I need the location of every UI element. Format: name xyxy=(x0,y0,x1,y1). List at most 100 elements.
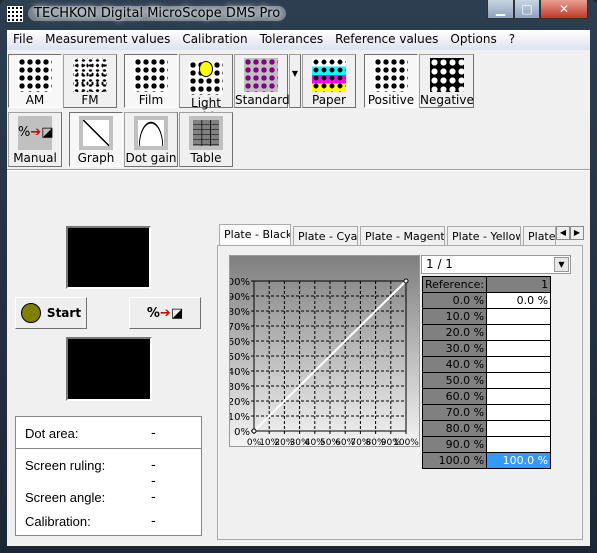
value-cell[interactable]: 100.0 % xyxy=(486,452,552,469)
menu-bar: File Measurement values Calibration Toleran… xyxy=(7,30,590,50)
toolbar-button-standard[interactable]: Standard xyxy=(234,54,290,108)
y-tick-label: 60% xyxy=(230,337,250,348)
divider xyxy=(7,169,590,170)
table-row: 100.0 % 100.0 % xyxy=(421,452,552,469)
table-row: 50.0 % xyxy=(421,372,552,389)
button-label: AM xyxy=(25,93,45,107)
value-cell[interactable] xyxy=(486,356,552,373)
maximize-button[interactable]: □ xyxy=(514,0,540,19)
toolbar-button-positive[interactable]: Positive xyxy=(364,54,418,108)
table-row: 60.0 % xyxy=(421,388,552,405)
table-row: 10.0 % xyxy=(421,308,552,325)
menu-file[interactable]: File xyxy=(7,30,39,50)
menu-tolerances[interactable]: Tolerances xyxy=(254,30,329,50)
info-value: - xyxy=(151,426,156,441)
info-label: Screen ruling: xyxy=(25,458,106,473)
y-tick-label: 80% xyxy=(230,307,250,318)
close-button[interactable]: ✕ xyxy=(540,0,588,19)
menu-options[interactable]: Options xyxy=(444,30,502,50)
negative-icon xyxy=(429,58,464,92)
reference-cell: 20.0 % xyxy=(421,324,488,341)
reference-selector[interactable]: 1 / 1 ▼ xyxy=(421,255,571,274)
info-panel: Dot area: - Screen ruling: - - Screen angle: -… xyxy=(15,416,202,536)
tab-scroll-right[interactable]: ▶ xyxy=(570,226,584,240)
info-label: Dot area: xyxy=(25,426,79,441)
value-cell[interactable] xyxy=(486,420,552,437)
tab-plate[interactable]: Plate xyxy=(523,226,556,246)
button-label: FM xyxy=(81,93,99,107)
menu-calibration[interactable]: Calibration xyxy=(176,30,253,50)
data-point xyxy=(403,278,409,284)
y-tick-label: 10% xyxy=(230,412,250,423)
button-label: Negative xyxy=(420,93,474,107)
app-icon xyxy=(7,6,23,22)
preview-image xyxy=(66,226,151,289)
toolbar-button-am[interactable]: AM xyxy=(8,54,62,108)
info-value: - xyxy=(151,458,156,473)
minimize-button[interactable]: ▁ xyxy=(487,0,514,19)
tab-scroll-left[interactable]: ◀ xyxy=(556,226,570,240)
reference-cell: 50.0 % xyxy=(421,372,488,389)
value-cell[interactable] xyxy=(486,404,552,421)
info-label: Calibration: xyxy=(25,514,91,529)
reference-cell: 80.0 % xyxy=(421,420,488,437)
toolbar-button-dot-gain[interactable]: Dot gain xyxy=(124,112,178,167)
value-cell[interactable] xyxy=(486,340,552,357)
menu-reference-values[interactable]: Reference values xyxy=(329,30,444,50)
y-tick-label: 30% xyxy=(230,382,250,393)
window-title: TECHKON Digital MicroScope DMS Pro xyxy=(28,6,287,21)
toolbar-button-film[interactable]: Film xyxy=(124,54,178,108)
button-label: Table xyxy=(190,151,222,165)
value-cell[interactable]: 0.0 % xyxy=(486,292,552,309)
table-row: 90.0 % xyxy=(421,436,552,453)
value-cell[interactable] xyxy=(486,436,552,453)
reference-cell: 60.0 % xyxy=(421,388,488,405)
menu-measurement-values[interactable]: Measurement values xyxy=(39,30,176,50)
toolbar-button-fm[interactable]: FM xyxy=(63,54,117,108)
table-icon xyxy=(189,116,223,150)
selector-value: 1 / 1 xyxy=(426,257,453,271)
app-window: TECHKON Digital MicroScope DMS Pro ▁ □ ✕… xyxy=(0,0,597,553)
table-header: Reference: 1 xyxy=(421,276,552,293)
status-light-icon xyxy=(20,303,41,323)
button-label: Graph xyxy=(77,151,115,165)
button-label: Standard xyxy=(235,93,290,107)
button-label: Positive xyxy=(367,93,415,107)
value-cell[interactable] xyxy=(486,324,552,341)
value-cell[interactable] xyxy=(486,388,552,405)
fm-screen-icon xyxy=(73,58,107,92)
table-row: 0.0 % 0.0 % xyxy=(421,292,552,309)
y-tick-label: 0% xyxy=(234,427,250,438)
toolbar-button-manual[interactable]: %➔◪ Manual xyxy=(8,112,62,167)
toolbar-button-table[interactable]: Table xyxy=(179,112,233,167)
value-cell[interactable] xyxy=(486,308,552,325)
table-row: 30.0 % xyxy=(421,340,552,357)
start-button[interactable]: Start xyxy=(15,297,87,329)
start-label: Start xyxy=(46,306,82,320)
data-point xyxy=(251,428,257,434)
tab-plate-yellow[interactable]: Plate - Yellow xyxy=(447,226,521,246)
tab-plate-magenta[interactable]: Plate - Magenta xyxy=(360,226,445,246)
standard-icon xyxy=(244,58,278,92)
button-label: Manual xyxy=(13,151,57,165)
reference-cell: 70.0 % xyxy=(421,404,488,421)
am-screen-icon xyxy=(18,58,52,92)
tab-plate-black[interactable]: Plate - Black xyxy=(219,224,291,246)
y-tick-label: 20% xyxy=(230,397,250,408)
manual-entry-button[interactable]: % ➔ ◪ xyxy=(129,297,201,329)
table-row: 80.0 % xyxy=(421,420,552,437)
toolbar-button-graph[interactable]: Graph xyxy=(69,112,123,167)
toolbar-button-negative[interactable]: Negative xyxy=(419,54,474,108)
standard-dropdown-button[interactable]: ▼ xyxy=(289,54,301,108)
toolbar-button-paper[interactable]: Paper xyxy=(302,54,356,108)
tab-panel: 0% 10% 20% 30% 40% 50% 60% 70% 80% 90% 100% 0% 10% 20… xyxy=(217,245,583,540)
reference-cell: 10.0 % xyxy=(421,308,488,325)
tab-plate-cyan[interactable]: Plate - Cyan xyxy=(293,226,358,246)
y-tick-label: 40% xyxy=(230,367,250,378)
table-row: 40.0 % xyxy=(421,356,552,373)
value-cell[interactable] xyxy=(486,372,552,389)
measurement-image xyxy=(66,337,152,401)
menu--[interactable]: ? xyxy=(503,30,521,50)
y-tick-label: 50% xyxy=(230,352,250,363)
toolbar-button-light-table[interactable]: Light table xyxy=(179,54,233,124)
